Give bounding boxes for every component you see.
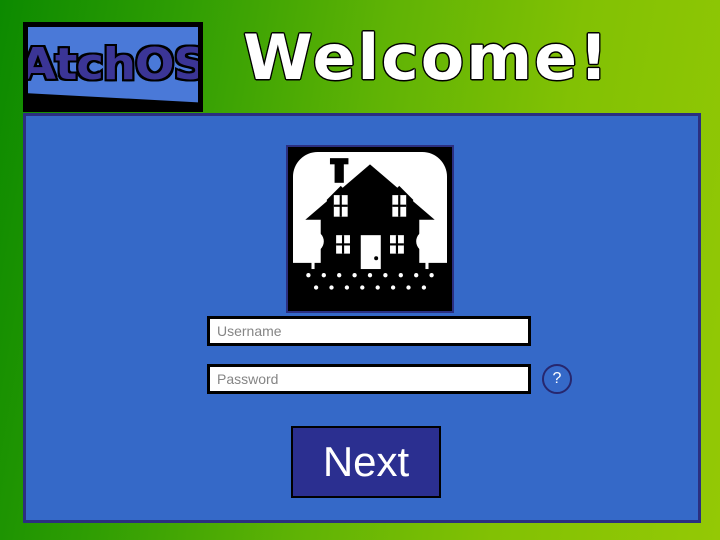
username-input[interactable] (207, 316, 531, 346)
house-icon-graphic (293, 152, 447, 306)
page-title: Welcome! (243, 21, 610, 94)
house-icon (286, 145, 454, 313)
app-logo: AtchOS (23, 22, 203, 112)
help-button[interactable]: ? (542, 364, 572, 394)
login-panel: ? Next (23, 113, 701, 523)
password-input[interactable] (207, 364, 531, 394)
next-button[interactable]: Next (291, 426, 441, 498)
logo-wedge-decoration (28, 92, 198, 107)
logo-text: AtchOS (23, 39, 203, 91)
login-screen: AtchOS Welcome! Username Password ? Next (0, 0, 720, 540)
